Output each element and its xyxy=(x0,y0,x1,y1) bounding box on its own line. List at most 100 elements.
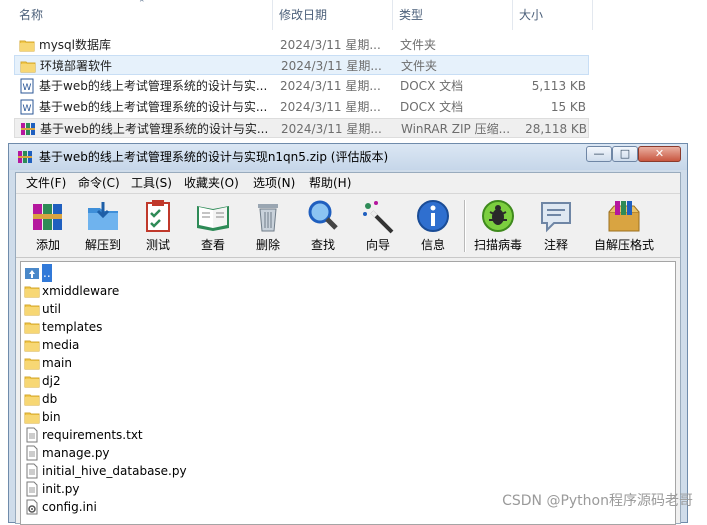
info-label: 信息 xyxy=(420,238,445,252)
text-file-icon xyxy=(26,481,38,497)
text-file-icon xyxy=(26,463,38,479)
file-name: requirements.txt xyxy=(42,428,143,442)
file-name: 环境部署软件 xyxy=(40,59,113,73)
close-button[interactable]: ✕ xyxy=(638,146,681,162)
explorer-row[interactable]: 环境部署软件 2024/3/11 星期... 文件夹 xyxy=(14,55,589,75)
menu-favorites[interactable]: 收藏夹(O) xyxy=(184,173,239,193)
column-date[interactable]: 修改日期 xyxy=(273,0,393,30)
winrar-window: 基于web的线上考试管理系统的设计与实现n1qn5.zip (评估版本) — □… xyxy=(8,143,688,525)
find-icon xyxy=(308,200,338,230)
column-size[interactable]: 大小 xyxy=(513,0,593,30)
explorer-row[interactable]: W 基于web的线上考试管理系统的设计与实... 2024/3/11 星期...… xyxy=(14,97,589,117)
info-button[interactable]: 信息 xyxy=(405,198,461,254)
folder-icon xyxy=(24,358,40,370)
test-button[interactable]: 测试 xyxy=(130,198,186,254)
menu-options[interactable]: 选项(N) xyxy=(253,173,295,193)
delete-label: 删除 xyxy=(255,238,280,252)
explorer-row[interactable]: mysql数据库 2024/3/11 星期... 文件夹 xyxy=(14,35,589,55)
maximize-button[interactable]: □ xyxy=(612,146,638,162)
folder-icon xyxy=(24,286,40,298)
virus-scan-button[interactable]: 扫描病毒 xyxy=(470,198,526,254)
extract-to-icon xyxy=(88,202,118,230)
delete-icon xyxy=(258,204,278,232)
explorer-file-list: 名称 ⌃ 修改日期 类型 大小 mysql数据库 2024/3/11 星期...… xyxy=(0,0,707,145)
file-size: 5,113 KB xyxy=(531,79,586,93)
sfx-button[interactable]: 自解压格式 xyxy=(586,198,662,254)
winrar-archive-icon xyxy=(21,123,35,135)
folder-icon xyxy=(24,394,40,406)
file-name: .. xyxy=(42,264,52,282)
menu-command[interactable]: 命令(C) xyxy=(78,173,120,193)
folder-icon xyxy=(24,322,40,334)
config-file-icon xyxy=(26,499,38,515)
delete-button[interactable]: 删除 xyxy=(240,198,296,254)
watermark: CSDN @Python程序源码老哥 xyxy=(502,493,693,509)
file-name: 基于web的线上考试管理系统的设计与实... xyxy=(40,122,269,136)
minimize-button[interactable]: — xyxy=(586,146,612,162)
toolbar-separator xyxy=(464,200,466,252)
file-name: 基于web的线上考试管理系统的设计与实... xyxy=(39,100,268,114)
view-icon xyxy=(197,206,229,231)
winrar-app-icon xyxy=(18,151,32,163)
file-name: initial_hive_database.py xyxy=(42,464,187,478)
file-date: 2024/3/11 星期... xyxy=(281,122,382,136)
file-date: 2024/3/11 星期... xyxy=(281,59,382,73)
extract-to-label: 解压到 xyxy=(84,238,121,252)
view-button[interactable]: 查看 xyxy=(185,198,241,254)
menu-tools[interactable]: 工具(S) xyxy=(131,173,172,193)
archive-file-list: .. xmiddleware util templates media main xyxy=(20,261,676,525)
explorer-row[interactable]: W 基于web的线上考试管理系统的设计与实... 2024/3/11 星期...… xyxy=(14,76,589,96)
file-type: DOCX 文档 xyxy=(400,100,464,114)
text-file-icon xyxy=(26,445,38,461)
file-name: manage.py xyxy=(42,446,110,460)
info-icon xyxy=(417,200,449,232)
explorer-column-header: 名称 ⌃ 修改日期 类型 大小 xyxy=(0,0,595,30)
folder-icon xyxy=(24,340,40,352)
sfx-icon xyxy=(608,201,640,232)
menu-bar: 文件(F) 命令(C) 工具(S) 收藏夹(O) 选项(N) 帮助(H) xyxy=(16,173,680,194)
file-date: 2024/3/11 星期... xyxy=(280,100,381,114)
find-button[interactable]: 查找 xyxy=(295,198,351,254)
maximize-icon: □ xyxy=(619,147,631,160)
find-label: 查找 xyxy=(310,238,335,252)
column-date-label: 修改日期 xyxy=(279,8,328,22)
view-label: 查看 xyxy=(200,238,225,252)
test-icon xyxy=(146,200,170,232)
file-date: 2024/3/11 星期... xyxy=(280,79,381,93)
file-name: config.ini xyxy=(42,500,97,514)
word-doc-icon: W xyxy=(20,78,34,94)
toolbar: 添加 解压到 测试 查看 删除 查找 向导 信息 扫描病毒 注释 自解压格式 xyxy=(16,194,680,258)
test-label: 测试 xyxy=(145,238,170,252)
file-type: WinRAR ZIP 压缩... xyxy=(401,122,511,136)
folder-icon xyxy=(24,412,40,424)
comment-label: 注释 xyxy=(543,238,568,252)
file-name: 基于web的线上考试管理系统的设计与实... xyxy=(39,79,268,93)
svg-text:W: W xyxy=(23,104,32,114)
comment-button[interactable]: 注释 xyxy=(528,198,584,254)
minimize-icon: — xyxy=(593,147,605,160)
up-folder-icon xyxy=(25,268,39,279)
winrar-client-area: 文件(F) 命令(C) 工具(S) 收藏夹(O) 选项(N) 帮助(H) 添加 … xyxy=(15,172,681,525)
add-icon xyxy=(33,204,62,230)
folder-icon xyxy=(20,61,36,73)
folder-icon xyxy=(24,376,40,388)
file-name: main xyxy=(42,356,72,370)
extract-to-button[interactable]: 解压到 xyxy=(75,198,131,254)
close-icon: ✕ xyxy=(654,147,665,160)
column-type[interactable]: 类型 xyxy=(393,0,513,30)
add-button[interactable]: 添加 xyxy=(20,198,76,254)
menu-file[interactable]: 文件(F) xyxy=(26,173,66,193)
window-title: 基于web的线上考试管理系统的设计与实现n1qn5.zip (评估版本) xyxy=(39,150,389,164)
menu-help[interactable]: 帮助(H) xyxy=(309,173,351,193)
title-bar[interactable]: 基于web的线上考试管理系统的设计与实现n1qn5.zip (评估版本) — □… xyxy=(9,144,687,170)
file-name: templates xyxy=(42,320,103,334)
explorer-row[interactable]: 基于web的线上考试管理系统的设计与实... 2024/3/11 星期... W… xyxy=(14,118,589,138)
file-name: db xyxy=(42,392,58,406)
column-type-label: 类型 xyxy=(399,8,424,22)
file-name: bin xyxy=(42,410,61,424)
word-doc-icon: W xyxy=(20,99,34,115)
svg-text:W: W xyxy=(23,83,32,93)
wizard-button[interactable]: 向导 xyxy=(350,198,406,254)
text-file-icon xyxy=(26,427,38,443)
file-date: 2024/3/11 星期... xyxy=(280,38,381,52)
